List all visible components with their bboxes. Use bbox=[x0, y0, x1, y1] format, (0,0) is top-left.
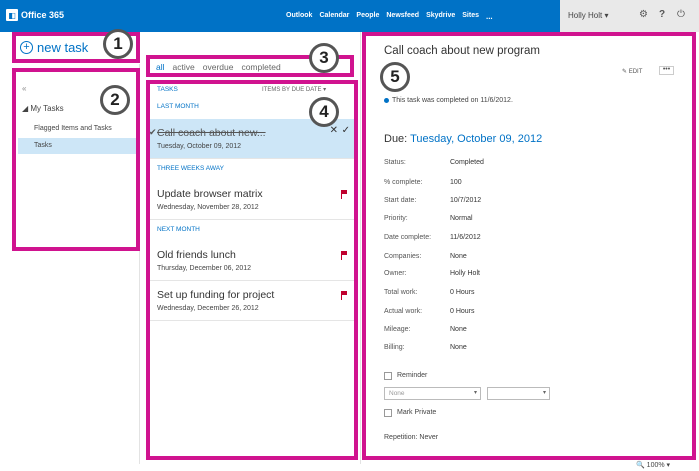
nav-sites[interactable]: Sites bbox=[462, 12, 479, 21]
callout-badge: 3 bbox=[309, 43, 339, 73]
callout-box-details bbox=[362, 32, 696, 460]
user-area: Holly Holt ▾ ⚙ ? ⏻ bbox=[560, 0, 699, 32]
office365-logo[interactable]: ◧ Office 365 bbox=[6, 9, 64, 21]
nav-more[interactable]: ... bbox=[486, 12, 493, 21]
gear-icon[interactable]: ⚙ bbox=[639, 9, 648, 20]
top-nav: Outlook Calendar People Newsfeed Skydriv… bbox=[286, 12, 493, 21]
office-logo-icon: ◧ bbox=[6, 9, 18, 21]
top-bar: ◧ Office 365 Outlook Calendar People New… bbox=[0, 0, 699, 32]
nav-newsfeed[interactable]: Newsfeed bbox=[386, 12, 419, 21]
middle-divider bbox=[360, 32, 361, 464]
power-icon[interactable]: ⏻ bbox=[677, 9, 685, 20]
chevron-down-icon: ▾ bbox=[604, 11, 609, 20]
callout-box-task-list bbox=[146, 80, 358, 460]
brand-name: Office 365 bbox=[21, 10, 65, 20]
nav-skydrive[interactable]: Skydrive bbox=[426, 12, 455, 21]
callout-badge: 1 bbox=[103, 29, 133, 59]
zoom-control[interactable]: 🔍 100% ▾ bbox=[636, 461, 670, 469]
chevron-down-icon: ▾ bbox=[666, 462, 671, 469]
help-icon[interactable]: ? bbox=[659, 9, 665, 20]
callout-badge: 4 bbox=[309, 97, 339, 127]
user-name: Holly Holt bbox=[568, 11, 603, 20]
zoom-icon: 🔍 bbox=[636, 462, 645, 469]
nav-people[interactable]: People bbox=[356, 12, 379, 21]
nav-outlook[interactable]: Outlook bbox=[286, 12, 312, 21]
callout-badge: 5 bbox=[380, 62, 410, 92]
callout-badge: 2 bbox=[100, 85, 130, 115]
user-menu[interactable]: Holly Holt ▾ bbox=[568, 11, 608, 20]
zoom-level: 100% bbox=[646, 462, 665, 469]
nav-calendar[interactable]: Calendar bbox=[319, 12, 349, 21]
